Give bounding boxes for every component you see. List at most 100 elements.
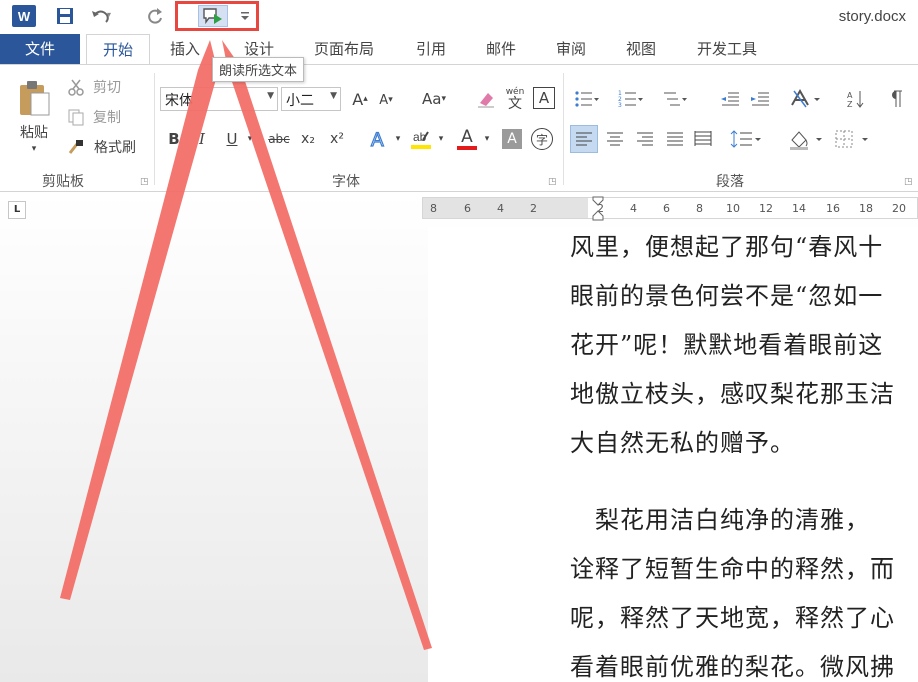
tab-mailings[interactable]: 邮件: [486, 34, 516, 64]
character-shading-button[interactable]: A: [502, 129, 522, 149]
tab-layout[interactable]: 页面布局: [314, 34, 374, 64]
font-name-combo[interactable]: 宋体 ▼: [160, 87, 278, 111]
superscript-button[interactable]: x²: [326, 127, 348, 151]
copy-button[interactable]: 复制: [90, 107, 124, 127]
line-spacing-icon[interactable]: [728, 125, 764, 153]
tab-selector[interactable]: L: [8, 201, 26, 219]
tab-developer[interactable]: 开发工具: [697, 34, 757, 64]
show-formatting-icon[interactable]: [884, 87, 908, 111]
document-line: 风里，便想起了那句“春风十: [570, 233, 884, 261]
paste-button[interactable]: 粘贴: [14, 123, 54, 141]
customize-qat-icon[interactable]: [232, 4, 258, 28]
chevron-down-icon[interactable]: ▼: [267, 91, 274, 101]
chinese-layout-icon[interactable]: [788, 87, 824, 111]
ruler-tick: 12: [759, 202, 773, 215]
bold-button[interactable]: B: [164, 127, 184, 151]
tab-view[interactable]: 视图: [626, 34, 656, 64]
separator: [154, 73, 155, 185]
chevron-down-icon[interactable]: ▾: [482, 127, 492, 151]
paste-dropdown-icon[interactable]: ▾: [28, 143, 40, 155]
decrease-indent-icon[interactable]: [718, 87, 742, 111]
italic-button[interactable]: I: [192, 127, 212, 151]
document-line: 诠释了短暂生命中的释然，而: [570, 555, 895, 583]
paste-icon[interactable]: [14, 77, 54, 121]
document-title: story.docx: [838, 8, 906, 25]
format-painter-button[interactable]: 格式刷: [90, 137, 140, 157]
text-effects-icon[interactable]: A: [366, 125, 392, 153]
font-size-combo[interactable]: 小二 ▼: [281, 87, 341, 111]
underline-button[interactable]: U: [222, 127, 242, 151]
ruler-tick: 6: [464, 202, 471, 215]
svg-text:A: A: [371, 130, 384, 150]
ruler-tick: 2: [530, 202, 537, 215]
document-line: 花开”呢！默默地看着眼前这: [570, 331, 884, 359]
align-left-button[interactable]: [570, 125, 598, 153]
shading-icon[interactable]: [786, 125, 826, 153]
ruler-tick: 14: [792, 202, 806, 215]
align-center-button[interactable]: [602, 125, 628, 153]
cut-button[interactable]: 剪切: [90, 77, 124, 97]
font-size-value: 小二: [286, 93, 314, 109]
sort-icon[interactable]: AZ: [844, 87, 868, 111]
ruler-margin: [423, 198, 588, 218]
underline-dropdown-icon[interactable]: ▾: [244, 127, 256, 151]
strikethrough-button[interactable]: abc: [266, 127, 292, 151]
tab-insert[interactable]: 插入: [170, 34, 200, 64]
enclose-characters-button[interactable]: 字: [531, 128, 553, 150]
document-line: 看着眼前优雅的梨花。微风拂: [570, 653, 895, 681]
increase-indent-icon[interactable]: [748, 87, 772, 111]
ruler-tick: 8: [696, 202, 703, 215]
paragraph-group-label: 段落: [716, 174, 744, 190]
ruler-tick: 8: [430, 202, 437, 215]
tab-file[interactable]: 文件: [0, 34, 80, 64]
clipboard-group-label: 剪贴板: [42, 174, 84, 190]
separator: [563, 73, 564, 185]
distributed-button[interactable]: [690, 125, 716, 153]
svg-text:A: A: [847, 91, 853, 100]
save-icon[interactable]: [52, 4, 78, 28]
phonetic-guide-button[interactable]: wén 文: [502, 85, 528, 113]
read-aloud-button[interactable]: [198, 5, 228, 27]
indent-marker-icon[interactable]: [591, 196, 605, 222]
word-app-icon[interactable]: W: [12, 5, 36, 27]
cut-icon[interactable]: [66, 77, 86, 97]
grow-font-button[interactable]: A ▴: [350, 87, 370, 111]
font-color-button[interactable]: A: [454, 125, 480, 153]
svg-text:Z: Z: [847, 100, 853, 109]
ruler-tick: 10: [726, 202, 740, 215]
redo-icon[interactable]: [142, 4, 168, 28]
word-window: W ▾ story.docx 文件 开始 插入 设计 页面布局 引用 邮件 审阅…: [0, 0, 918, 682]
horizontal-ruler[interactable]: 8 6 4 2 2 4 6 8 10 12 14 16 18 20: [422, 196, 918, 222]
chevron-down-icon[interactable]: ▼: [330, 91, 337, 101]
justify-button[interactable]: [662, 125, 688, 153]
copy-icon[interactable]: [66, 107, 86, 127]
clear-formatting-icon[interactable]: [474, 87, 498, 111]
character-border-button[interactable]: A: [533, 87, 555, 109]
document-page[interactable]: 风里，便想起了那句“春风十 眼前的景色何尝不是“忽如一 花开”呢！默默地看着眼前…: [428, 227, 918, 682]
change-case-button[interactable]: Aa ▾: [414, 87, 454, 111]
document-line: 眼前的景色何尝不是“忽如一: [570, 282, 884, 310]
borders-icon[interactable]: [832, 125, 872, 153]
clipboard-launcher-icon[interactable]: ◳: [140, 177, 149, 187]
multilevel-list-icon[interactable]: [660, 87, 690, 111]
paragraph-launcher-icon[interactable]: ◳: [904, 177, 913, 187]
tab-home[interactable]: 开始: [86, 34, 150, 65]
chevron-down-icon[interactable]: ▾: [436, 127, 446, 151]
chevron-down-icon[interactable]: ▾: [393, 127, 403, 151]
document-line: 地傲立枝头，感叹梨花那玉洁: [570, 380, 895, 408]
bullets-icon[interactable]: [572, 87, 602, 111]
tab-review[interactable]: 审阅: [556, 34, 586, 64]
shrink-font-button[interactable]: A ▾: [376, 89, 396, 111]
font-launcher-icon[interactable]: ◳: [548, 177, 557, 187]
format-painter-icon[interactable]: [66, 137, 86, 157]
ruler-tick: 6: [663, 202, 670, 215]
numbering-icon[interactable]: 123: [616, 87, 646, 111]
highlight-color-icon[interactable]: ab: [408, 125, 434, 153]
align-right-button[interactable]: [632, 125, 658, 153]
document-line: 大自然无私的赠予。: [570, 429, 795, 457]
title-bar: W ▾ story.docx: [0, 0, 918, 34]
subscript-button[interactable]: x₂: [297, 127, 319, 151]
tab-references[interactable]: 引用: [416, 34, 446, 64]
undo-icon[interactable]: ▾: [88, 4, 114, 28]
document-area: L 8 6 4 2 2 4 6 8 10 12 14 16 18 20 风里，便…: [0, 193, 918, 682]
